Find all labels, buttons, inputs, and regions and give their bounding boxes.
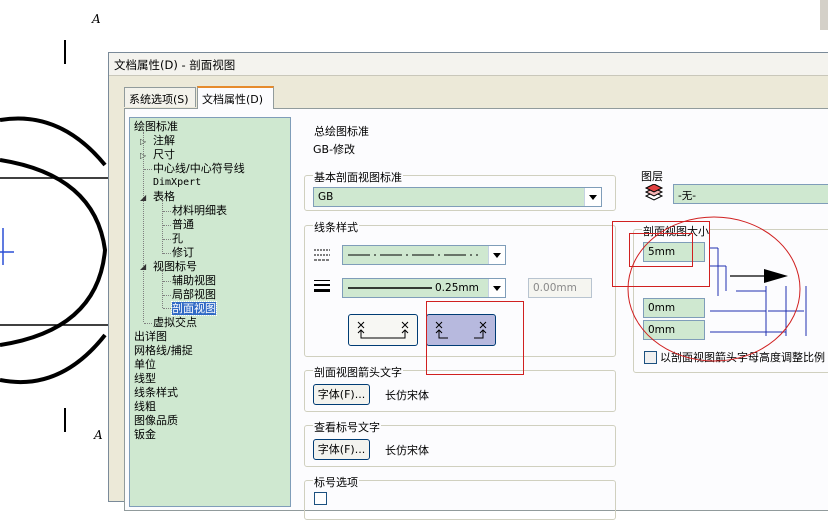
chevron-down-icon[interactable] bbox=[488, 246, 505, 264]
line-style-label: 线条样式 bbox=[313, 219, 359, 235]
tree-item-dimensions[interactable]: 尺寸 bbox=[153, 148, 175, 161]
label-text-label: 查看标号文字 bbox=[313, 419, 381, 435]
expand-icon[interactable]: ▷ bbox=[140, 152, 147, 160]
tree-item-image-quality[interactable]: 图像品质 bbox=[134, 414, 178, 427]
tree-item-grid-snap[interactable]: 网格线/捕捉 bbox=[134, 344, 193, 357]
annotation-box bbox=[426, 301, 524, 375]
line-thickness-icon bbox=[314, 280, 330, 292]
tree-item-dimxpert[interactable]: DimXpert bbox=[153, 176, 201, 189]
annotation-circle bbox=[627, 216, 801, 362]
tree-item-virtual-sharps[interactable]: 虚拟交点 bbox=[153, 316, 197, 329]
tree-item-line-style[interactable]: 线条样式 bbox=[134, 386, 178, 399]
label-options-group: 标号选项 bbox=[304, 474, 616, 520]
tree-item-line-font[interactable]: 线型 bbox=[134, 372, 156, 385]
tree-item-section-view[interactable]: 剖面视图 bbox=[171, 301, 217, 316]
overall-standard-group: 总绘图标准 GB-修改 bbox=[304, 123, 744, 164]
base-standard-select[interactable]: GB bbox=[313, 187, 602, 207]
settings-tree[interactable]: ▷ ▷ ◢ ◢ 绘图标准 注解 尺寸 中心线/中心符号线 DimXpert 表格… bbox=[129, 117, 291, 507]
tree-item-auxiliary-view[interactable]: 辅助视图 bbox=[172, 274, 216, 287]
tree-item-hole[interactable]: 孔 bbox=[172, 232, 183, 245]
label-font-name: 长仿宋体 bbox=[385, 444, 429, 457]
document-properties-dialog: 文档属性(D) - 剖面视图 系统选项(S) 文档属性(D) ▷ ▷ ◢ ◢ 绘… bbox=[108, 52, 828, 520]
arrow-font-button[interactable]: 字体(F)... bbox=[313, 384, 370, 405]
tree-item-drafting-standard[interactable]: 绘图标准 bbox=[134, 120, 178, 133]
tree-item-bom[interactable]: 材料明细表 bbox=[172, 204, 227, 217]
tab-document-properties[interactable]: 文档属性(D) bbox=[197, 86, 274, 109]
label-options-label: 标号选项 bbox=[313, 474, 359, 490]
tree-item-line-thickness[interactable]: 线粗 bbox=[134, 400, 156, 413]
tree-item-annotations[interactable]: 注解 bbox=[153, 134, 175, 147]
arrow-style-button-1[interactable] bbox=[348, 314, 418, 346]
dialog-titlebar[interactable]: 文档属性(D) - 剖面视图 bbox=[109, 53, 828, 76]
tree-item-revision[interactable]: 修订 bbox=[172, 246, 194, 259]
collapse-icon[interactable]: ◢ bbox=[140, 263, 147, 271]
chevron-down-icon[interactable] bbox=[488, 279, 505, 297]
label-option-checkbox[interactable] bbox=[314, 492, 327, 505]
layer-select[interactable]: -无- bbox=[673, 184, 828, 204]
arrow-text-group: 剖面视图箭头文字 字体(F)... 长仿宋体 bbox=[304, 364, 616, 412]
line-style-select[interactable] bbox=[342, 245, 506, 265]
tree-item-view-labels[interactable]: 视图标号 bbox=[153, 260, 197, 273]
base-standard-group: 基本剖面视图标准 GB bbox=[304, 169, 616, 211]
tree-item-detailing[interactable]: 出详图 bbox=[134, 330, 167, 343]
base-standard-label: 基本剖面视图标准 bbox=[313, 169, 403, 185]
label-font-button[interactable]: 字体(F)... bbox=[313, 439, 370, 460]
layers-icon bbox=[644, 184, 664, 201]
chevron-down-icon[interactable] bbox=[584, 188, 601, 206]
drawing-letter: A bbox=[94, 428, 103, 442]
label-text-group: 查看标号文字 字体(F)... 长仿宋体 bbox=[304, 419, 616, 467]
line-style-icon bbox=[314, 249, 330, 261]
tab-system-options[interactable]: 系统选项(S) bbox=[124, 87, 196, 107]
custom-thickness-field[interactable]: 0.00mm bbox=[528, 278, 592, 298]
collapse-icon[interactable]: ◢ bbox=[140, 194, 147, 202]
tree-item-general[interactable]: 普通 bbox=[172, 218, 194, 231]
drawing-letter: A bbox=[92, 12, 101, 26]
layer-label: 图层 bbox=[641, 170, 663, 183]
arrow-font-name: 长仿宋体 bbox=[385, 389, 429, 402]
dialog-title: 文档属性(D) - 剖面视图 bbox=[114, 58, 236, 72]
tree-item-tables[interactable]: 表格 bbox=[153, 190, 175, 203]
tree-item-centerlines[interactable]: 中心线/中心符号线 bbox=[153, 162, 245, 175]
line-thickness-select[interactable]: 0.25mm bbox=[342, 278, 506, 298]
tree-item-detail-view[interactable]: 局部视图 bbox=[172, 288, 216, 301]
overall-standard-value: GB-修改 bbox=[313, 143, 356, 156]
expand-icon[interactable]: ▷ bbox=[140, 138, 147, 146]
tree-item-sheet-metal[interactable]: 钣金 bbox=[134, 428, 156, 441]
arrow-text-label: 剖面视图箭头文字 bbox=[313, 364, 403, 380]
overall-standard-label: 总绘图标准 bbox=[313, 123, 370, 139]
tree-item-units[interactable]: 单位 bbox=[134, 358, 156, 371]
